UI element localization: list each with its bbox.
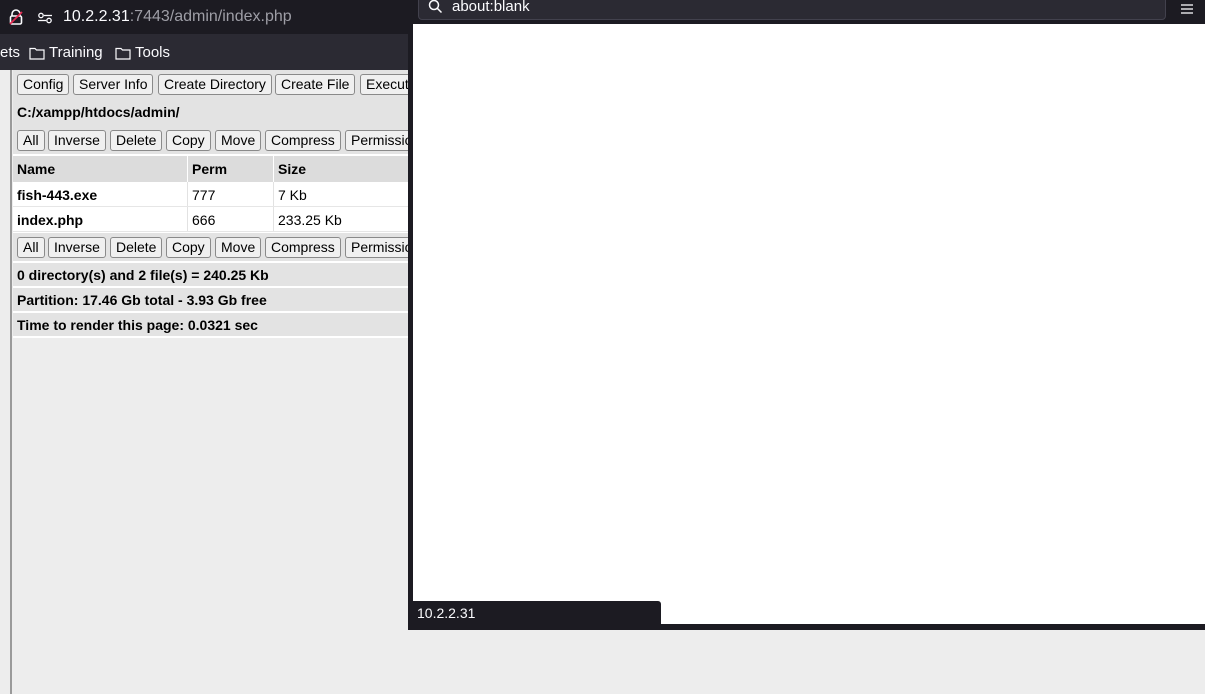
popup-blank-page[interactable]: [413, 24, 1205, 624]
actions-bar-top: All Inverse Delete Copy Move Compress Pe…: [13, 126, 413, 154]
table-row[interactable]: fish-443.exe 777 7 Kb: [13, 182, 413, 207]
popup-status-bar: 10.2.2.31: [413, 601, 661, 625]
column-header-size[interactable]: Size: [278, 156, 306, 182]
file-size: 233.25 Kb: [278, 212, 342, 228]
config-button[interactable]: Config: [17, 74, 70, 95]
compress-button[interactable]: Compress: [265, 237, 341, 258]
column-header-name[interactable]: Name: [17, 156, 55, 182]
popup-address-field[interactable]: about:blank: [418, 0, 1166, 20]
file-size: 7 Kb: [278, 187, 307, 203]
copy-button[interactable]: Copy: [166, 237, 211, 258]
file-table-header: Name Perm Size: [13, 156, 413, 182]
url-host: 10.2.2.31: [63, 8, 130, 25]
render-time: Time to render this page: 0.0321 sec: [13, 313, 413, 337]
popup-address-text: about:blank: [452, 0, 530, 15]
file-perm-link[interactable]: 666: [192, 207, 215, 233]
inverse-selection-button[interactable]: Inverse: [48, 130, 106, 151]
compress-button[interactable]: Compress: [265, 130, 341, 151]
file-perm-link[interactable]: 777: [192, 182, 215, 208]
select-all-button[interactable]: All: [17, 237, 45, 258]
url-path: :7443/admin/index.php: [129, 8, 292, 25]
url-text[interactable]: 10.2.2.31:7443/admin/index.php: [63, 8, 292, 26]
insecure-lock-icon[interactable]: [9, 9, 23, 25]
permissions-icon[interactable]: [37, 11, 53, 24]
bookmark-label: Training: [49, 44, 103, 61]
partition-info: Partition: 17.46 Gb total - 3.93 Gb free: [13, 288, 413, 312]
directory-summary: 0 directory(s) and 2 file(s) = 240.25 Kb: [13, 263, 413, 287]
bookmark-item-partial[interactable]: ets: [0, 44, 20, 61]
actions-bar-bottom: All Inverse Delete Copy Move Compress Pe…: [13, 233, 413, 261]
folder-icon: [115, 47, 131, 60]
delete-button[interactable]: Delete: [110, 130, 163, 151]
main-toolbar: Config Server Info Create Directory Crea…: [13, 70, 413, 98]
inverse-selection-button[interactable]: Inverse: [48, 237, 106, 258]
permissions-button[interactable]: Permissio: [345, 237, 413, 258]
popup-toolbar: about:blank: [408, 0, 1205, 24]
column-header-perm[interactable]: Perm: [192, 156, 227, 182]
bookmark-folder-training[interactable]: Training: [29, 44, 103, 61]
copy-button[interactable]: Copy: [166, 130, 211, 151]
move-button[interactable]: Move: [215, 237, 262, 258]
select-all-button[interactable]: All: [17, 130, 45, 151]
create-file-button[interactable]: Create File: [275, 74, 356, 95]
execute-button[interactable]: Execut: [360, 74, 413, 95]
permissions-button[interactable]: Permissio: [345, 130, 413, 151]
popup-window: about:blank 10.2.2.31: [408, 0, 1205, 630]
hamburger-menu-icon[interactable]: [1180, 1, 1194, 14]
file-name-link[interactable]: index.php: [17, 207, 83, 233]
delete-button[interactable]: Delete: [110, 237, 163, 258]
bookmark-folder-tools[interactable]: Tools: [115, 44, 170, 61]
search-icon: [428, 0, 443, 14]
file-name-link[interactable]: fish-443.exe: [17, 182, 97, 208]
server-info-button[interactable]: Server Info: [73, 74, 154, 95]
folder-icon: [29, 47, 45, 60]
sidebar-divider[interactable]: [10, 70, 12, 694]
move-button[interactable]: Move: [215, 130, 262, 151]
current-path: C:/xampp/htdocs/admin/: [13, 98, 413, 126]
create-directory-button[interactable]: Create Directory: [158, 74, 272, 95]
table-row[interactable]: index.php 666 233.25 Kb: [13, 207, 413, 232]
bookmark-label: Tools: [135, 44, 171, 61]
